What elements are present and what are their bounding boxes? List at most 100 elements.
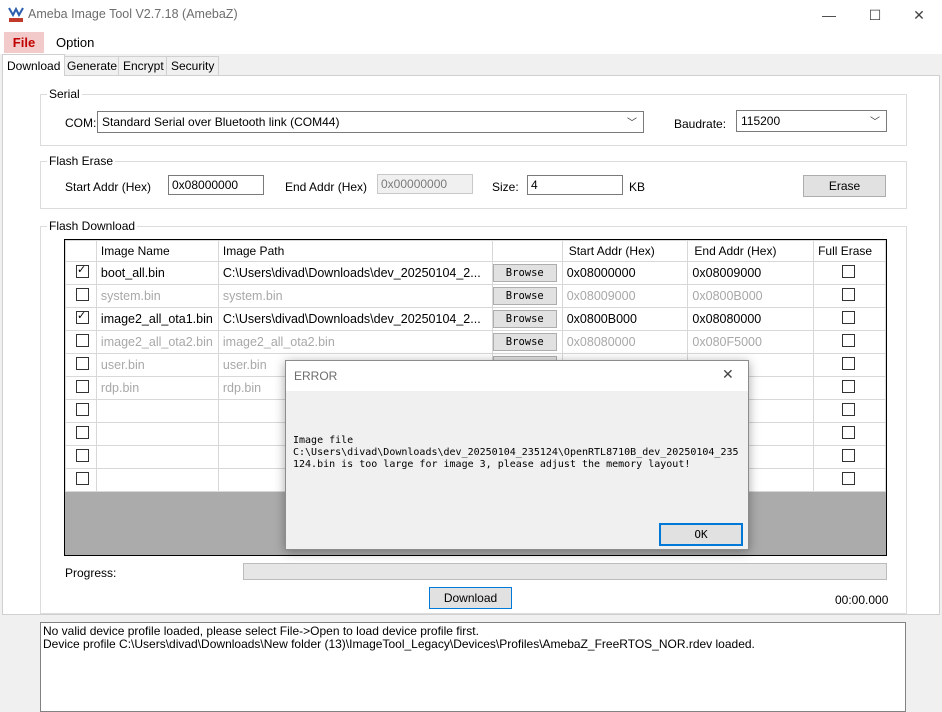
start-addr-cell[interactable]: 0x08080000 [561,330,689,354]
erase-end-label: End Addr (Hex) [285,180,368,194]
image-name-cell: rdp.bin [95,376,219,400]
window-title: Ameba Image Tool V2.7.18 (AmebaZ) [28,7,238,21]
erase-size-unit: KB [629,180,646,194]
flash-erase-group-label: Flash Erase [47,154,116,168]
end-addr-cell[interactable]: 0x08080000 [687,307,815,331]
row-select-checkbox[interactable] [76,309,89,324]
log-output[interactable]: No valid device profile loaded, please s… [40,622,906,712]
start-addr-cell[interactable]: 0x08009000 [561,284,689,308]
erase-start-input[interactable]: 0x08000000 [168,175,264,195]
row-select-cell [65,422,97,446]
minimize-button[interactable]: — [806,0,852,30]
erase-end-input[interactable]: 0x00000000 [377,174,473,194]
close-window-button[interactable]: ✕ [896,0,942,30]
row-select-checkbox[interactable] [76,263,89,278]
full-erase-checkbox[interactable] [842,334,856,347]
row-select-cell [65,307,97,331]
image-name-cell [95,445,219,469]
end-addr-cell[interactable]: 0x0800B000 [687,284,815,308]
log-line: Device profile C:\Users\divad\Downloads\… [43,637,755,651]
com-select-value: Standard Serial over Bluetooth link (COM… [102,115,340,129]
menu-file[interactable]: File [4,32,44,53]
chevron-down-icon: ﹀ [627,118,637,129]
image-name-cell: user.bin [95,353,219,377]
image-name-cell: image2_all_ota2.bin [95,330,219,354]
browse-button[interactable]: Browse [493,310,557,328]
serial-group-label: Serial [47,87,82,101]
error-dialog: ERROR ✕ Image file C:\Users\divad\Downlo… [285,360,749,550]
menu-option[interactable]: Option [56,35,94,50]
baudrate-select[interactable]: 115200 ﹀ [736,110,887,132]
tab-generate[interactable]: Generate [62,56,123,76]
row-select-checkbox[interactable] [76,380,89,393]
column-header-select [65,240,97,262]
flash-download-group-label: Flash Download [47,219,138,233]
full-erase-checkbox[interactable] [842,288,856,301]
row-select-checkbox[interactable] [76,357,89,370]
browse-button[interactable]: Browse [493,333,557,351]
table-row: image2_all_ota1.binC:\Users\divad\Downlo… [65,307,886,331]
full-erase-cell [813,307,886,331]
row-select-checkbox[interactable] [76,449,89,462]
full-erase-cell [813,284,886,308]
row-select-checkbox[interactable] [76,426,89,439]
ok-button[interactable]: OK [659,523,743,546]
browse-button[interactable]: Browse [493,287,557,305]
full-erase-checkbox[interactable] [842,357,856,370]
full-erase-cell [813,422,886,446]
column-header-start-addr: Start Addr (Hex) [561,240,689,262]
row-select-cell [65,261,97,285]
end-addr-cell[interactable]: 0x080F5000 [687,330,815,354]
row-select-cell [65,468,97,492]
full-erase-checkbox[interactable] [842,426,856,439]
chevron-down-icon: ﹀ [870,117,880,128]
start-addr-cell[interactable]: 0x0800B000 [561,307,689,331]
dialog-title: ERROR [294,369,338,383]
row-select-cell [65,284,97,308]
full-erase-checkbox[interactable] [842,403,856,416]
column-header-image-path: Image Path [217,240,493,262]
column-header-image-name: Image Name [95,240,219,262]
start-addr-cell[interactable]: 0x08000000 [561,261,689,285]
image-path-cell[interactable]: system.bin [217,284,493,308]
elapsed-time: 00:00.000 [835,593,889,607]
download-progress-bar [243,563,887,580]
tab-security[interactable]: Security [166,56,220,76]
image-name-cell: image2_all_ota1.bin [95,307,219,331]
row-select-cell [65,445,97,469]
baudrate-select-value: 115200 [741,114,781,128]
full-erase-checkbox[interactable] [842,380,856,393]
row-select-cell [65,399,97,423]
image-path-cell[interactable]: image2_all_ota2.bin [217,330,493,354]
full-erase-checkbox[interactable] [842,265,856,278]
erase-size-label: Size: [492,180,519,194]
com-label: COM: [65,116,97,130]
full-erase-checkbox[interactable] [842,311,856,324]
row-select-cell [65,376,97,400]
row-select-checkbox[interactable] [76,334,89,347]
browse-cell: Browse [491,261,563,285]
com-select[interactable]: Standard Serial over Bluetooth link (COM… [97,111,644,133]
row-select-checkbox[interactable] [76,472,89,485]
full-erase-checkbox[interactable] [842,472,856,485]
tab-encrypt[interactable]: Encrypt [118,56,169,76]
image-name-cell [95,468,219,492]
maximize-button[interactable]: ☐ [852,0,898,30]
tab-download[interactable]: Download [2,54,66,76]
browse-cell: Browse [491,330,563,354]
browse-button[interactable]: Browse [493,264,557,282]
table-row: image2_all_ota2.bin image2_all_ota2.bin Br… [65,330,886,354]
dialog-close-icon[interactable]: ✕ [722,366,734,383]
erase-button[interactable]: Erase [803,175,886,197]
download-button[interactable]: Download [429,587,512,609]
full-erase-checkbox[interactable] [842,449,856,462]
ameba-logo-icon [7,6,25,24]
browse-cell: Browse [491,284,563,308]
end-addr-cell[interactable]: 0x08009000 [687,261,815,285]
image-path-cell[interactable]: C:\Users\divad\Downloads\dev_20250104_2.… [217,307,493,331]
image-path-cell[interactable]: C:\Users\divad\Downloads\dev_20250104_2.… [217,261,493,285]
column-header-browse [491,240,563,262]
row-select-checkbox[interactable] [76,403,89,416]
row-select-checkbox[interactable] [76,288,89,301]
erase-size-input[interactable]: 4 [527,175,623,195]
